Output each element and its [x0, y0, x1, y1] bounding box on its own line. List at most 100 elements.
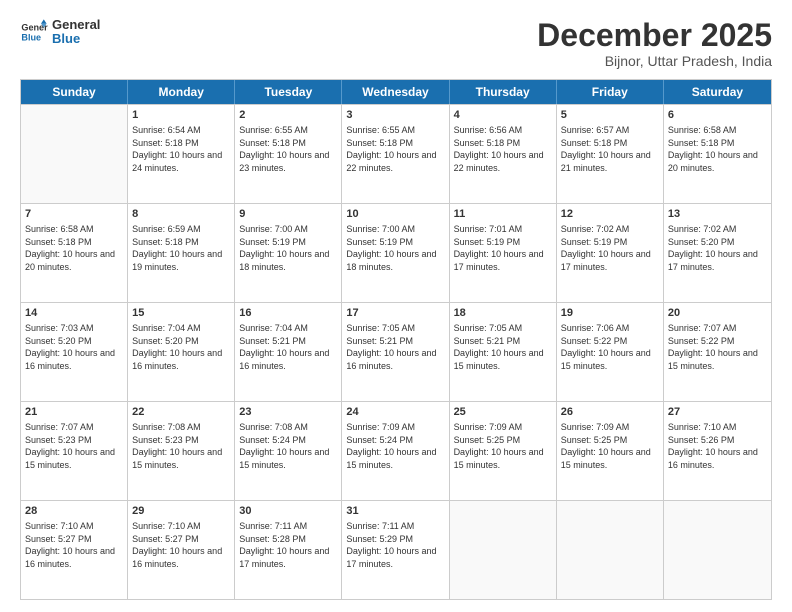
svg-text:Blue: Blue [21, 33, 41, 43]
day-cell-23: 23Sunrise: 7:08 AM Sunset: 5:24 PM Dayli… [235, 402, 342, 500]
day-info: Sunrise: 7:02 AM Sunset: 5:20 PM Dayligh… [668, 223, 767, 273]
day-cell-14: 14Sunrise: 7:03 AM Sunset: 5:20 PM Dayli… [21, 303, 128, 401]
day-info: Sunrise: 6:57 AM Sunset: 5:18 PM Dayligh… [561, 124, 659, 174]
day-cell-22: 22Sunrise: 7:08 AM Sunset: 5:23 PM Dayli… [128, 402, 235, 500]
day-cell-2: 2Sunrise: 6:55 AM Sunset: 5:18 PM Daylig… [235, 105, 342, 203]
day-cell-29: 29Sunrise: 7:10 AM Sunset: 5:27 PM Dayli… [128, 501, 235, 599]
day-cell-28: 28Sunrise: 7:10 AM Sunset: 5:27 PM Dayli… [21, 501, 128, 599]
empty-cell [450, 501, 557, 599]
day-cell-27: 27Sunrise: 7:10 AM Sunset: 5:26 PM Dayli… [664, 402, 771, 500]
day-info: Sunrise: 7:10 AM Sunset: 5:27 PM Dayligh… [25, 520, 123, 570]
day-number: 27 [668, 405, 767, 420]
day-cell-3: 3Sunrise: 6:55 AM Sunset: 5:18 PM Daylig… [342, 105, 449, 203]
day-cell-6: 6Sunrise: 6:58 AM Sunset: 5:18 PM Daylig… [664, 105, 771, 203]
empty-cell [664, 501, 771, 599]
day-info: Sunrise: 6:59 AM Sunset: 5:18 PM Dayligh… [132, 223, 230, 273]
day-info: Sunrise: 7:08 AM Sunset: 5:23 PM Dayligh… [132, 421, 230, 471]
day-number: 2 [239, 108, 337, 123]
day-cell-13: 13Sunrise: 7:02 AM Sunset: 5:20 PM Dayli… [664, 204, 771, 302]
day-number: 22 [132, 405, 230, 420]
calendar-page: General Blue General Blue December 2025 … [0, 0, 792, 612]
day-info: Sunrise: 7:08 AM Sunset: 5:24 PM Dayligh… [239, 421, 337, 471]
day-cell-25: 25Sunrise: 7:09 AM Sunset: 5:25 PM Dayli… [450, 402, 557, 500]
header: General Blue General Blue December 2025 … [20, 18, 772, 69]
day-cell-16: 16Sunrise: 7:04 AM Sunset: 5:21 PM Dayli… [235, 303, 342, 401]
day-cell-11: 11Sunrise: 7:01 AM Sunset: 5:19 PM Dayli… [450, 204, 557, 302]
week-row-4: 21Sunrise: 7:07 AM Sunset: 5:23 PM Dayli… [21, 401, 771, 500]
calendar-header: SundayMondayTuesdayWednesdayThursdayFrid… [21, 80, 771, 104]
day-info: Sunrise: 7:05 AM Sunset: 5:21 PM Dayligh… [346, 322, 444, 372]
day-info: Sunrise: 7:09 AM Sunset: 5:25 PM Dayligh… [454, 421, 552, 471]
day-number: 24 [346, 405, 444, 420]
day-info: Sunrise: 6:54 AM Sunset: 5:18 PM Dayligh… [132, 124, 230, 174]
day-number: 11 [454, 207, 552, 222]
empty-cell [557, 501, 664, 599]
day-number: 9 [239, 207, 337, 222]
header-day-friday: Friday [557, 80, 664, 104]
day-cell-21: 21Sunrise: 7:07 AM Sunset: 5:23 PM Dayli… [21, 402, 128, 500]
week-row-3: 14Sunrise: 7:03 AM Sunset: 5:20 PM Dayli… [21, 302, 771, 401]
week-row-2: 7Sunrise: 6:58 AM Sunset: 5:18 PM Daylig… [21, 203, 771, 302]
day-number: 20 [668, 306, 767, 321]
logo-icon: General Blue [20, 18, 48, 46]
header-day-wednesday: Wednesday [342, 80, 449, 104]
header-day-saturday: Saturday [664, 80, 771, 104]
day-number: 12 [561, 207, 659, 222]
day-cell-5: 5Sunrise: 6:57 AM Sunset: 5:18 PM Daylig… [557, 105, 664, 203]
day-info: Sunrise: 7:00 AM Sunset: 5:19 PM Dayligh… [239, 223, 337, 273]
day-number: 1 [132, 108, 230, 123]
day-info: Sunrise: 7:11 AM Sunset: 5:28 PM Dayligh… [239, 520, 337, 570]
day-cell-9: 9Sunrise: 7:00 AM Sunset: 5:19 PM Daylig… [235, 204, 342, 302]
day-number: 31 [346, 504, 444, 519]
day-cell-17: 17Sunrise: 7:05 AM Sunset: 5:21 PM Dayli… [342, 303, 449, 401]
day-number: 25 [454, 405, 552, 420]
day-number: 28 [25, 504, 123, 519]
day-cell-7: 7Sunrise: 6:58 AM Sunset: 5:18 PM Daylig… [21, 204, 128, 302]
calendar: SundayMondayTuesdayWednesdayThursdayFrid… [20, 79, 772, 600]
day-info: Sunrise: 6:55 AM Sunset: 5:18 PM Dayligh… [239, 124, 337, 174]
month-title: December 2025 [537, 18, 772, 53]
day-number: 19 [561, 306, 659, 321]
day-info: Sunrise: 7:11 AM Sunset: 5:29 PM Dayligh… [346, 520, 444, 570]
day-number: 18 [454, 306, 552, 321]
location-subtitle: Bijnor, Uttar Pradesh, India [537, 53, 772, 69]
day-info: Sunrise: 7:04 AM Sunset: 5:21 PM Dayligh… [239, 322, 337, 372]
header-day-monday: Monday [128, 80, 235, 104]
day-info: Sunrise: 7:09 AM Sunset: 5:24 PM Dayligh… [346, 421, 444, 471]
day-cell-15: 15Sunrise: 7:04 AM Sunset: 5:20 PM Dayli… [128, 303, 235, 401]
week-row-1: 1Sunrise: 6:54 AM Sunset: 5:18 PM Daylig… [21, 104, 771, 203]
day-cell-8: 8Sunrise: 6:59 AM Sunset: 5:18 PM Daylig… [128, 204, 235, 302]
day-info: Sunrise: 7:10 AM Sunset: 5:26 PM Dayligh… [668, 421, 767, 471]
day-info: Sunrise: 6:58 AM Sunset: 5:18 PM Dayligh… [668, 124, 767, 174]
day-number: 26 [561, 405, 659, 420]
day-info: Sunrise: 7:07 AM Sunset: 5:23 PM Dayligh… [25, 421, 123, 471]
day-info: Sunrise: 6:56 AM Sunset: 5:18 PM Dayligh… [454, 124, 552, 174]
day-info: Sunrise: 7:03 AM Sunset: 5:20 PM Dayligh… [25, 322, 123, 372]
day-number: 8 [132, 207, 230, 222]
day-info: Sunrise: 7:04 AM Sunset: 5:20 PM Dayligh… [132, 322, 230, 372]
logo: General Blue General Blue [20, 18, 100, 47]
day-cell-19: 19Sunrise: 7:06 AM Sunset: 5:22 PM Dayli… [557, 303, 664, 401]
day-number: 15 [132, 306, 230, 321]
day-cell-4: 4Sunrise: 6:56 AM Sunset: 5:18 PM Daylig… [450, 105, 557, 203]
day-cell-10: 10Sunrise: 7:00 AM Sunset: 5:19 PM Dayli… [342, 204, 449, 302]
day-cell-26: 26Sunrise: 7:09 AM Sunset: 5:25 PM Dayli… [557, 402, 664, 500]
logo-text-general: General [52, 18, 100, 32]
calendar-body: 1Sunrise: 6:54 AM Sunset: 5:18 PM Daylig… [21, 104, 771, 599]
day-info: Sunrise: 6:55 AM Sunset: 5:18 PM Dayligh… [346, 124, 444, 174]
day-cell-24: 24Sunrise: 7:09 AM Sunset: 5:24 PM Dayli… [342, 402, 449, 500]
day-number: 5 [561, 108, 659, 123]
day-cell-1: 1Sunrise: 6:54 AM Sunset: 5:18 PM Daylig… [128, 105, 235, 203]
day-number: 16 [239, 306, 337, 321]
day-number: 29 [132, 504, 230, 519]
day-number: 23 [239, 405, 337, 420]
day-info: Sunrise: 7:02 AM Sunset: 5:19 PM Dayligh… [561, 223, 659, 273]
day-info: Sunrise: 7:09 AM Sunset: 5:25 PM Dayligh… [561, 421, 659, 471]
day-info: Sunrise: 7:07 AM Sunset: 5:22 PM Dayligh… [668, 322, 767, 372]
day-cell-31: 31Sunrise: 7:11 AM Sunset: 5:29 PM Dayli… [342, 501, 449, 599]
day-number: 30 [239, 504, 337, 519]
day-number: 13 [668, 207, 767, 222]
day-cell-20: 20Sunrise: 7:07 AM Sunset: 5:22 PM Dayli… [664, 303, 771, 401]
day-number: 21 [25, 405, 123, 420]
day-number: 3 [346, 108, 444, 123]
